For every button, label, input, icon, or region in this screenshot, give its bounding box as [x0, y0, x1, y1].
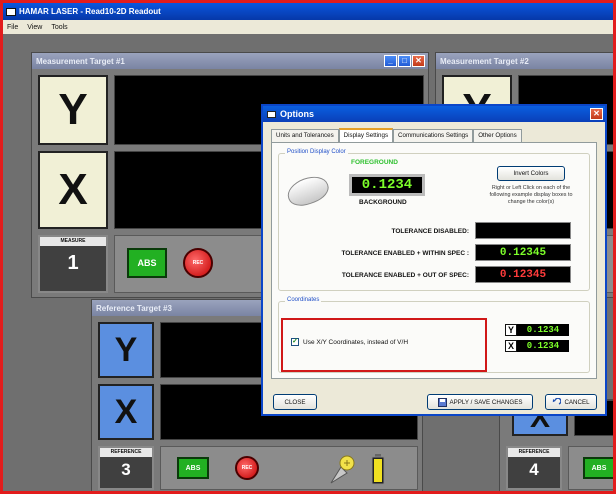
reference-number: 4 [529, 460, 539, 479]
x-axis-tile: X [98, 384, 154, 440]
x-coordinate-value: 0.1234 [517, 340, 569, 352]
reference-label: REFERENCE [508, 448, 560, 457]
close-button[interactable]: CLOSE [273, 394, 317, 410]
mouse-icon [283, 171, 333, 211]
battery-icon [371, 454, 385, 485]
xy-coordinates-option[interactable]: ✓ Use X/Y Coordinates, instead of V/H [291, 338, 408, 346]
rec-button[interactable]: REC [183, 248, 213, 278]
tab-other-options[interactable]: Other Options [473, 129, 522, 142]
undo-icon [553, 397, 562, 405]
x-axis-tile: X [38, 151, 108, 229]
window-target-1-controls: _ □ ✕ [384, 55, 425, 67]
measure-label: MEASURE [40, 237, 106, 246]
reference-indicator: REFERENCE 4 [506, 446, 562, 490]
window-target-3-title: Reference Target #3 [96, 303, 172, 313]
color-instructions: Right or Left Click on each of the follo… [489, 185, 573, 205]
abs-button[interactable]: ABS [583, 457, 613, 479]
tolerance-out-of-spec-display[interactable]: 0.12345 [475, 266, 571, 283]
tolerance-out-of-spec-label: TOLERANCE ENABLED + OUT OF SPEC: [341, 272, 469, 279]
options-icon [267, 110, 276, 118]
window-target-2-titlebar: Measurement Target #2 [436, 53, 613, 69]
y-coordinate-sample: Y 0.1234 [505, 324, 569, 336]
foreground-sample-display[interactable]: 0.1234 [349, 174, 425, 196]
maximize-icon[interactable]: □ [398, 55, 411, 67]
coordinates-legend: Coordinates [285, 297, 322, 303]
screenshot-frame: HAMAR LASER - Read10-2D Readout File Vie… [0, 0, 616, 494]
save-icon [437, 397, 447, 407]
measure-indicator: MEASURE 1 [38, 235, 108, 293]
coordinates-group: Coordinates ✓ Use X/Y Coordinates, inste… [278, 297, 590, 373]
menu-view[interactable]: View [27, 24, 42, 31]
xy-coordinates-checkbox[interactable]: ✓ [291, 338, 299, 346]
close-button-label: CLOSE [284, 398, 306, 406]
close-icon[interactable]: ✕ [590, 108, 603, 120]
tab-display-settings[interactable]: Display Settings [338, 128, 394, 142]
close-icon[interactable]: ✕ [412, 55, 425, 67]
window-target-1-title: Measurement Target #1 [36, 56, 125, 66]
app-titlebar: HAMAR LASER - Read10-2D Readout [3, 3, 613, 20]
position-display-color-legend: Position Display Color [285, 149, 348, 155]
window-target-1-titlebar: Measurement Target #1 [32, 53, 428, 69]
cancel-button[interactable]: CANCEL [545, 394, 597, 410]
options-dialog-title: Options [280, 109, 314, 119]
menu-tools[interactable]: Tools [51, 24, 67, 31]
reference-indicator: REFERENCE 3 [98, 446, 154, 490]
apply-save-changes-button[interactable]: APPLY / SAVE CHANGES [427, 394, 533, 410]
background-label: BACKGROUND [359, 199, 407, 206]
options-dialog-titlebar: Options ✕ [263, 106, 605, 122]
apply-save-changes-label: APPLY / SAVE CHANGES [449, 398, 523, 406]
reference-label: REFERENCE [100, 448, 152, 457]
abs-button[interactable]: ABS [177, 457, 209, 479]
menu-file[interactable]: File [7, 24, 18, 31]
xy-coordinates-label: Use X/Y Coordinates, instead of V/H [303, 338, 409, 346]
foreground-label: FOREGROUND [351, 159, 398, 166]
app-logo-icon [6, 7, 16, 16]
tolerance-disabled-label: TOLERANCE DISABLED: [391, 228, 469, 235]
abs-button[interactable]: ABS [127, 248, 167, 278]
rec-button[interactable]: REC [235, 456, 259, 480]
cancel-button-label: CANCEL [564, 398, 590, 406]
tolerance-within-spec-label: TOLERANCE ENABLED + WITHIN SPEC : [341, 250, 469, 257]
window-target-2-title: Measurement Target #2 [440, 56, 529, 66]
options-dialog: Options ✕ Units and Tolerances Display S… [261, 104, 607, 416]
y-axis-tile: Y [38, 75, 108, 145]
x-coordinate-letter: X [505, 340, 517, 352]
options-tabs: Units and Tolerances Display Settings Co… [271, 128, 522, 142]
x-coordinate-sample: X 0.1234 [505, 340, 569, 352]
y-coordinate-letter: Y [505, 324, 517, 336]
display-settings-panel: Position Display Color FOREGROUND 0.1234… [271, 142, 597, 379]
control-tray-3: ABS REC [160, 446, 418, 490]
menubar: File View Tools [3, 20, 613, 34]
invert-colors-button[interactable]: Invert Colors [497, 166, 565, 181]
tab-communications-settings[interactable]: Communications Settings [393, 129, 474, 142]
tab-units-and-tolerances[interactable]: Units and Tolerances [271, 129, 339, 142]
tolerance-within-spec-display[interactable]: 0.12345 [475, 244, 571, 261]
reference-number: 3 [121, 460, 131, 479]
control-tray-4: ABS [568, 446, 613, 490]
position-display-color-group: Position Display Color FOREGROUND 0.1234… [278, 149, 590, 291]
app-title: HAMAR LASER - Read10-2D Readout [19, 7, 161, 16]
y-coordinate-value: 0.1234 [517, 324, 569, 336]
y-axis-tile: Y [98, 322, 154, 378]
tolerance-disabled-display[interactable] [475, 222, 571, 239]
minimize-icon[interactable]: _ [384, 55, 397, 67]
laser-beam-icon[interactable] [327, 453, 361, 487]
measure-number: 1 [67, 252, 79, 274]
